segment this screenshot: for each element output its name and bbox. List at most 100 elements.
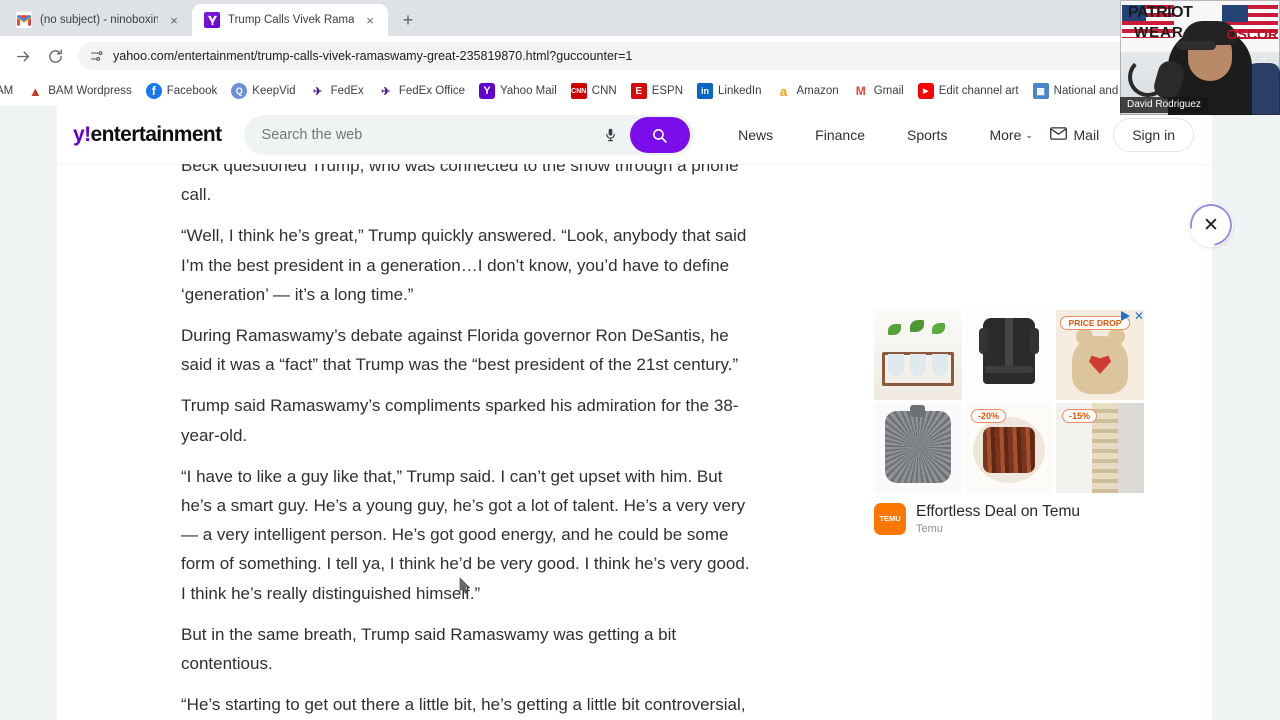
webcam-overlay: PATRIOT WEAR OSCOR David Rodriguez [1120,0,1280,115]
backdrop-text-patriot: PATRIOT [1128,4,1193,21]
envelope-icon [1049,127,1067,143]
overlay-close-button[interactable]: ✕ [1181,195,1241,255]
bookmark-label: Gmail [873,85,904,97]
article-paragraph: During Ramaswamy’s debate against Florid… [181,326,739,375]
tab-title: (no subject) - ninoboxing@gm... [40,14,158,26]
bookmark-item[interactable]: Q KeepVid [224,81,302,101]
ad-title[interactable]: Effortless Deal on Temu [916,503,1080,520]
amazon-favicon-icon: a [779,83,788,99]
bookmark-label: Edit channel art [938,85,1019,97]
article-paragraph: But in the same breath, Trump said Ramas… [181,624,677,674]
bookmark-item[interactable]: ✈ FedEx Office [371,81,472,101]
tab-title: Trump Calls Vivek Ramaswamy [228,14,354,26]
article-paragraph: “He’s starting to get out there a little… [181,695,746,715]
bookmark-item[interactable]: Y Yahoo Mail [472,81,564,101]
nav-item-finance[interactable]: Finance [815,127,865,143]
webcam-name-label: David Rodriguez [1120,97,1208,113]
close-icon: ✕ [1203,214,1219,236]
temu-logo-text: TEMU [879,514,901,523]
bookmark-item[interactable]: f Facebook [139,81,225,101]
temu-logo-icon: TEMU [874,503,906,535]
ad-tile-tactical-vest[interactable] [965,310,1053,400]
ad-advertiser: Temu [916,523,943,535]
bookmarks-bar: AM ▲ BAM Wordpress f Facebook Q KeepVid … [0,76,1280,106]
ad-tile-wooden-bear-heart-decor[interactable]: PRICE DROP [1056,310,1144,400]
nav-item-more[interactable]: More ⌄ [989,127,1032,143]
bookmark-label: LinkedIn [718,85,762,97]
ad-badge: -15% [1062,409,1098,423]
news-favicon-icon: ▦ [1032,83,1049,99]
header-actions: Mail Sign in [1049,118,1194,152]
adchoices-icon[interactable] [1120,311,1130,321]
ad-badge: PRICE DROP [1060,316,1130,330]
ad-close-icon[interactable]: ✕ [1134,310,1144,322]
tab-yahoo-article[interactable]: Trump Calls Vivek Ramaswamy × [192,4,388,36]
article-paragraph: “I have to like a guy like that,” Trump … [181,466,750,603]
sign-in-button[interactable]: Sign in [1113,118,1194,152]
wordpress-favicon-icon: ▲ [28,83,42,99]
tab-gmail[interactable]: (no subject) - ninoboxing@gm... × [4,4,192,36]
site-settings-icon[interactable] [90,49,104,63]
bookmark-item[interactable]: ▲ BAM Wordpress [20,81,139,101]
bookmark-item[interactable]: in LinkedIn [690,81,768,101]
site-nav: News Finance Sports More ⌄ [722,127,1050,143]
bookmark-label: CNN [591,85,617,97]
yahoo-favicon-icon [204,12,220,28]
mail-link[interactable]: Mail [1049,127,1100,143]
bookmark-item[interactable]: AM [0,83,20,99]
mail-label: Mail [1073,127,1100,143]
browser-window: (no subject) - ninoboxing@gm... × Trump … [0,0,1280,720]
article-paragraph: Trump said Ramaswamy’s compliments spark… [181,396,739,445]
yahoo-logo-mark: y! [73,123,91,146]
ad-tile-shoe-rack-closet[interactable]: -15% [1056,403,1144,493]
yahoo-mail-favicon-icon: Y [479,83,496,99]
new-tab-button[interactable]: + [394,6,422,34]
forward-button[interactable] [8,41,38,71]
facebook-favicon-icon: f [145,83,162,99]
keepvid-favicon-icon: Q [231,83,248,99]
close-icon[interactable]: × [166,12,182,28]
search-submit-button[interactable] [629,117,690,153]
yahoo-logo-word: entertainment [90,123,222,146]
bookmark-label: FedEx Office [398,85,466,97]
espn-favicon-icon: E [630,83,647,99]
ad-footer[interactable]: TEMU Effortless Deal on Temu Temu [874,503,1144,535]
yahoo-site-header: y!entertainment Search the web News Fina… [57,106,1212,164]
search-bar[interactable] [243,115,694,155]
bookmark-label: ESPN [651,85,684,97]
ad-tile-propagation-station-planter[interactable] [874,310,962,400]
gmail-favicon-icon [16,12,32,28]
bookmark-item[interactable]: ▶ Edit channel art [911,81,1026,101]
bookmark-item[interactable]: CNN CNN [564,81,624,101]
nav-item-news[interactable]: News [738,127,773,143]
article-paragraph: Beck questioned Trump, who was connected… [181,164,739,205]
ad-tile-beef-jerky-plate[interactable]: -20% [965,403,1053,493]
microphone-icon[interactable] [603,126,620,144]
nav-item-more-label: More [989,127,1022,143]
youtube-favicon-icon: ▶ [917,83,934,99]
browser-toolbar: yahoo.com/entertainment/trump-calls-vive… [0,36,1280,76]
adchoices-control[interactable]: ✕ [1120,310,1144,322]
close-icon[interactable]: × [362,12,378,28]
address-bar[interactable]: yahoo.com/entertainment/trump-calls-vive… [78,42,1266,70]
fedex-office-favicon-icon: ✈ [381,85,391,98]
url-text: yahoo.com/entertainment/trump-calls-vive… [113,49,633,63]
yahoo-entertainment-logo[interactable]: y!entertainment [73,123,222,147]
backdrop-text-wear: WEAR [1134,24,1184,41]
nav-item-sports[interactable]: Sports [907,127,947,143]
page-viewport: Beck questioned Trump, who was connected… [0,106,1280,720]
sidebar-advertisement[interactable]: PRICE DROP -20% -15% ✕ TEMU Effortless D… [874,310,1144,535]
bookmark-item[interactable]: ✈ FedEx [303,81,371,101]
ad-tile-gray-grill-pan[interactable] [874,403,962,493]
bookmark-item[interactable]: M Gmail [846,81,911,101]
bookmark-label: FedEx [330,85,364,97]
reload-button[interactable] [40,41,70,71]
bookmark-label: Facebook [166,85,218,97]
backdrop-text-oscor: OSCOR [1226,26,1278,42]
ad-badge: -20% [971,409,1007,423]
bookmark-item[interactable]: E ESPN [624,81,690,101]
article-body: Beck questioned Trump, who was connected… [57,164,1212,720]
bookmark-item[interactable]: a Amazon [769,81,846,101]
bookmark-label: KeepVid [252,85,296,97]
search-input[interactable] [261,127,593,143]
